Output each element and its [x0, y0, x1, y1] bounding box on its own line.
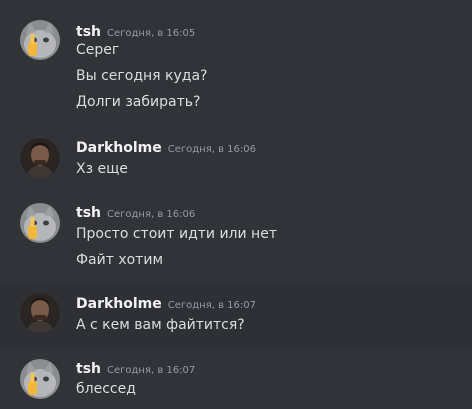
cat-middle-finger-avatar[interactable]: [20, 203, 60, 243]
message-timestamp[interactable]: Сегодня, в 16:06: [107, 209, 195, 220]
cat-middle-finger-avatar[interactable]: [20, 359, 60, 399]
message-group: tsh Сегодня, в 16:06 Просто стоит идти ил…: [0, 193, 472, 281]
message-author[interactable]: tsh: [76, 361, 101, 377]
message-author[interactable]: tsh: [76, 205, 101, 221]
message-text: А с кем вам файтится?: [76, 317, 245, 333]
message-text: Просто стоит идти или нет: [76, 226, 277, 242]
message-timestamp[interactable]: Сегодня, в 16:07: [168, 300, 256, 311]
message-author[interactable]: tsh: [76, 24, 101, 40]
message-text: Файт хотим: [76, 252, 164, 268]
message-author[interactable]: Darkholme: [76, 140, 162, 156]
message-group: Darkholme Сегодня, в 16:07 А с кем вам фа…: [0, 284, 472, 348]
message-timestamp[interactable]: Сегодня, в 16:07: [107, 365, 195, 376]
message-text: блессед: [76, 381, 136, 397]
message-text: Долги забирать?: [76, 94, 201, 110]
message-text: Вы сегодня куда?: [76, 68, 208, 84]
message-group: Darkholme Сегодня, в 16:06 Хз еще: [0, 128, 472, 186]
message-group: tsh Сегодня, в 16:05 Серег Вы сегодня куд…: [0, 0, 472, 120]
man-portrait-avatar[interactable]: [20, 138, 60, 178]
man-portrait-avatar[interactable]: [20, 293, 60, 333]
message-author[interactable]: Darkholme: [76, 296, 162, 312]
message-timestamp[interactable]: Сегодня, в 16:05: [107, 28, 195, 39]
chat-message-list: tsh Сегодня, в 16:05 Серег Вы сегодня куд…: [0, 0, 472, 409]
message-text: Серег: [76, 42, 120, 58]
message-text: Хз еще: [76, 161, 128, 177]
cat-middle-finger-avatar[interactable]: [20, 20, 60, 60]
message-group: tsh Сегодня, в 16:07 блессед: [0, 349, 472, 409]
message-timestamp[interactable]: Сегодня, в 16:06: [168, 144, 256, 155]
